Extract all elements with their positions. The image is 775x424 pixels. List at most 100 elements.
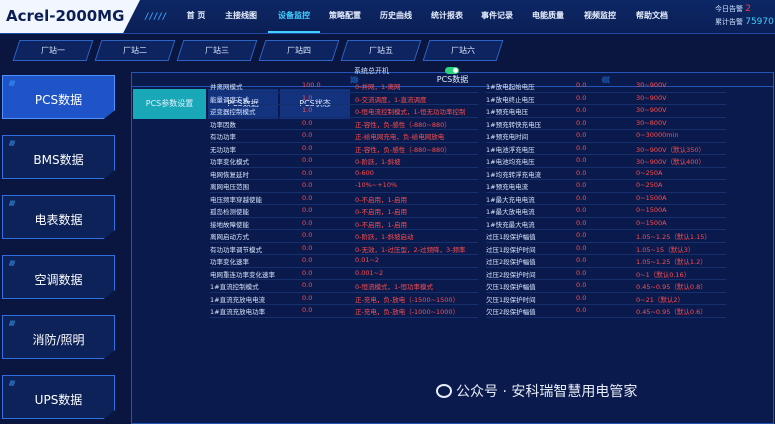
side-menu-label: PCS数据: [34, 93, 83, 107]
param-value[interactable]: 0.0: [302, 256, 312, 264]
menu-decoration: /////: [9, 200, 15, 207]
param-value[interactable]: 0.0: [576, 269, 586, 277]
top-bar: Acrel-2000MG ///// 首 页主接线图 设备监控 策略配置 历史曲线 统计…: [0, 0, 775, 34]
side-menu-item[interactable]: ///// 电表数据: [2, 195, 115, 239]
param-value[interactable]: 0.0: [302, 231, 312, 239]
param-label: 功率因数: [210, 120, 236, 129]
param-label: 过压1段保护时间: [486, 245, 536, 254]
nav-item[interactable]: 事件记录: [472, 0, 522, 33]
param-value[interactable]: 0.0: [576, 231, 586, 239]
param-value[interactable]: 0.0: [576, 206, 586, 214]
menu-decoration: /////: [9, 80, 15, 87]
nav-item[interactable]: 首 页: [178, 0, 214, 33]
param-row: 1#最大放电电流 0.0 0~1500A: [486, 205, 726, 218]
param-value[interactable]: 1.0: [302, 94, 312, 102]
param-value[interactable]: 0.0: [576, 119, 586, 127]
param-label: 过压1段保护幅值: [486, 233, 536, 241]
param-value[interactable]: 0.0: [302, 194, 312, 202]
station-tab-label: 厂站二: [123, 46, 147, 55]
param-value[interactable]: 0.0: [576, 244, 586, 252]
param-value[interactable]: 0.0: [302, 206, 312, 214]
total-alarm-count: 75970: [745, 17, 774, 27]
param-row: 孤岛检测使能 0.0 0-不启用，1-启用: [210, 205, 478, 218]
param-label: 欠压1段保护时间: [486, 295, 536, 304]
param-value[interactable]: 0.0: [576, 144, 586, 152]
param-value[interactable]: 0.0: [576, 194, 586, 202]
nav-item[interactable]: 设备监控: [268, 0, 320, 33]
side-menu-item[interactable]: ///// BMS数据: [2, 135, 115, 179]
param-value[interactable]: 0.0: [576, 106, 586, 114]
param-value[interactable]: 0.0: [576, 94, 586, 102]
param-row: 功率变化模式 0.0 0-阶跃，1-斜坡: [210, 155, 478, 168]
watermark-text: 公众号 · 安科瑞智慧用电管家: [456, 384, 638, 400]
station-tab[interactable]: 厂站一: [12, 40, 94, 61]
param-row: 1#快充最大电流 0.0 0~1500A: [486, 218, 726, 230]
param-value[interactable]: 0.0: [302, 294, 312, 302]
nav-item[interactable]: 统计报表: [422, 0, 472, 33]
station-tab-label: 厂站三: [205, 46, 229, 55]
param-value[interactable]: 0.0: [576, 281, 586, 289]
nav-item[interactable]: 电能质量: [522, 0, 574, 33]
param-value[interactable]: 0.0: [302, 169, 312, 177]
today-alarm-count: 2: [745, 4, 751, 14]
param-label: 电网恢复延时: [210, 170, 249, 179]
side-menu-item[interactable]: ///// UPS数据: [2, 375, 115, 419]
station-tab[interactable]: 厂站四: [258, 40, 340, 61]
param-range: 30~800V: [636, 118, 667, 127]
side-menu-item[interactable]: ///// 消防/照明: [2, 315, 115, 359]
param-range: 1.05~1.25（默认1.15）: [636, 233, 711, 241]
station-tab[interactable]: 厂站二: [94, 40, 176, 61]
param-value[interactable]: 1.0: [302, 106, 312, 114]
side-menu-item[interactable]: ///// PCS数据: [2, 75, 115, 119]
param-label: 并离网模式: [210, 83, 243, 91]
param-range: 0-不启用，1-启用: [355, 220, 407, 229]
param-label: 1#预充电时间: [486, 133, 529, 141]
param-value[interactable]: 0.0: [576, 131, 586, 139]
nav-item[interactable]: 历史曲线: [370, 0, 422, 33]
param-value[interactable]: 0.0: [302, 181, 312, 189]
nav-item[interactable]: 主接线图: [214, 0, 268, 33]
panel-subtab[interactable]: PCS参数设置: [133, 89, 206, 119]
param-row: 电网恢复延时 0.0 0-600: [210, 168, 478, 180]
left-param-table: 并离网模式 100.0 0-并网，1-离网 能量调度方式 1.0 0-交流调度，1-直流调…: [210, 80, 478, 318]
param-value[interactable]: 0.0: [576, 81, 586, 89]
param-value[interactable]: 0.0: [302, 156, 312, 164]
param-row: 1#放电终止电压 0.0 30~900V: [486, 93, 726, 105]
nav-item[interactable]: 策略配置: [320, 0, 370, 33]
param-value[interactable]: 0.0: [302, 131, 312, 139]
param-label: 1#最大充电电流: [486, 195, 535, 204]
param-value[interactable]: 0.0: [576, 181, 586, 189]
param-value[interactable]: 0.0: [576, 294, 586, 302]
param-value[interactable]: 0.0: [576, 156, 586, 164]
param-row: 离网启动方式 0.0 0-阶跃，1-斜坡启动: [210, 230, 478, 243]
param-range: 0-恒电流控制模式，1-恒无功功率控制: [355, 108, 466, 116]
station-tab[interactable]: 厂站五: [340, 40, 422, 61]
param-value[interactable]: 0.0: [302, 219, 312, 227]
param-value[interactable]: 0.0: [576, 306, 586, 314]
param-range: 0-无效，1-过压型，2-过频降，3-频率: [355, 245, 466, 254]
station-tab[interactable]: 厂站三: [176, 40, 258, 61]
param-value[interactable]: 0.0: [302, 144, 312, 152]
param-value[interactable]: 0.0: [302, 306, 312, 314]
param-value[interactable]: 0.0: [302, 119, 312, 127]
param-range: 0-交流调度，1-直流调度: [355, 95, 427, 104]
param-value[interactable]: 0.0: [576, 169, 586, 177]
param-value[interactable]: 0.0: [576, 219, 586, 227]
param-row: 1#预充电时间 0.0 0~30000min: [486, 130, 726, 143]
param-value[interactable]: 0.0: [302, 281, 312, 289]
param-value[interactable]: 0.0: [302, 269, 312, 277]
param-label: 孤岛检测使能: [210, 208, 249, 216]
param-label: 1#最大放电电流: [486, 208, 535, 216]
side-menu-item[interactable]: ///// 空调数据: [2, 255, 115, 299]
param-range: 0-不启用，1-启用: [355, 195, 407, 204]
station-tab[interactable]: 厂站六: [422, 40, 504, 61]
param-value[interactable]: 100.0: [302, 81, 321, 89]
param-label: 电压频率穿越使能: [210, 195, 262, 204]
param-row: 1#电池均充电压 0.0 30~900V（默认400）: [486, 155, 726, 168]
nav-item[interactable]: 视频监控: [574, 0, 626, 33]
system-power-toggle[interactable]: [445, 67, 459, 74]
nav-item[interactable]: 帮助文档: [626, 0, 678, 33]
param-value[interactable]: 0.0: [302, 244, 312, 252]
param-value[interactable]: 0.0: [576, 256, 586, 264]
main-nav: 首 页主接线图 设备监控 策略配置 历史曲线 统计报表 事件记录 电能质量 视频监控 帮助文档: [178, 0, 678, 33]
